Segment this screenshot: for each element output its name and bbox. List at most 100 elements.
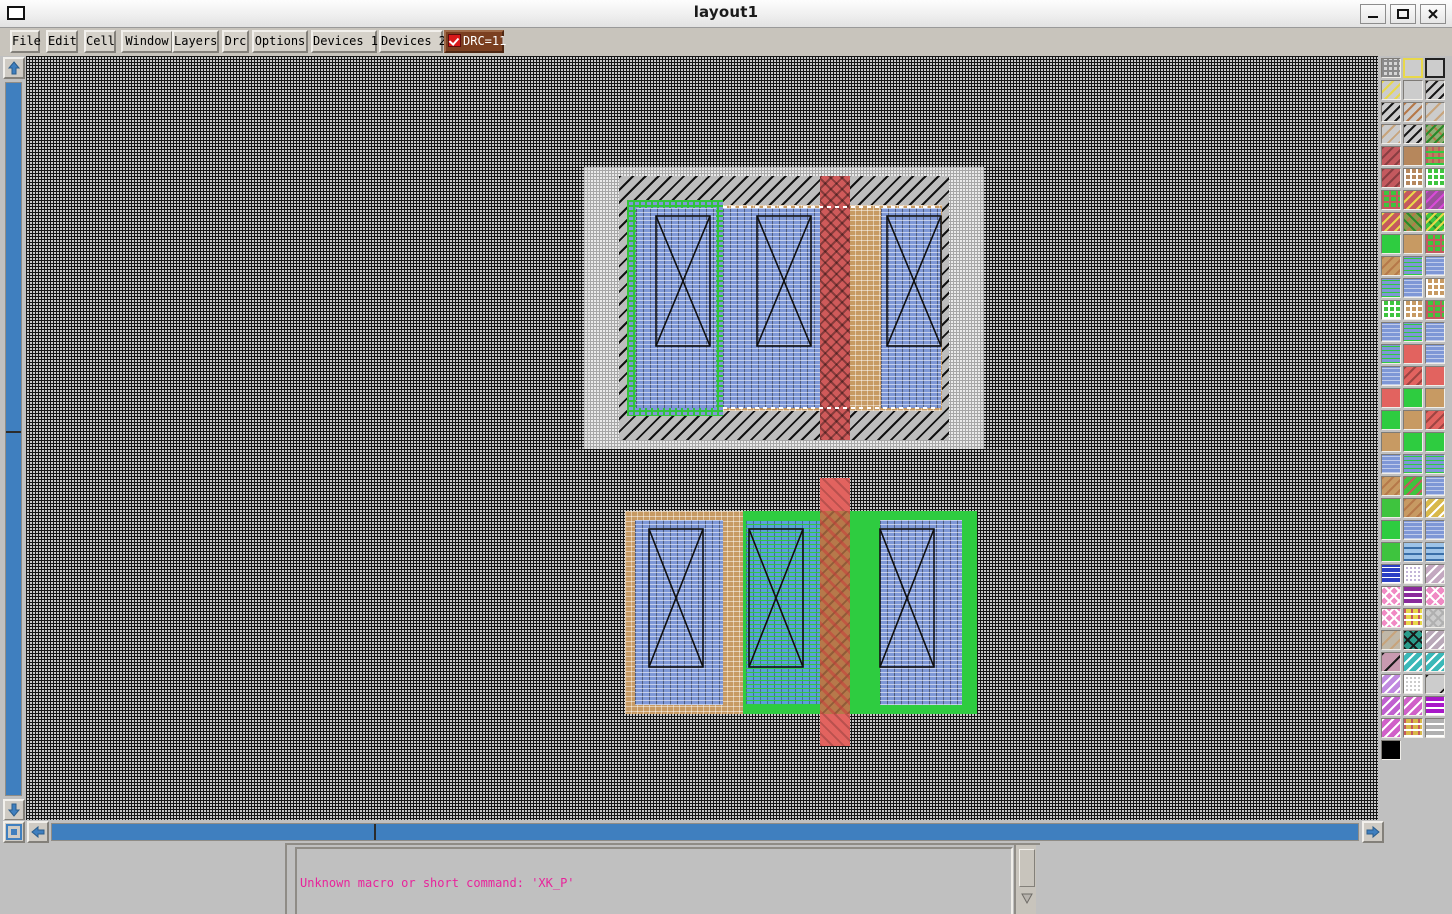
horizontal-scroll-track[interactable] (51, 823, 1359, 841)
layer-swatch-74[interactable] (1425, 586, 1445, 606)
menu-window[interactable]: Window (121, 30, 173, 53)
layer-swatch-57[interactable] (1381, 476, 1401, 496)
layer-swatch-14[interactable] (1425, 146, 1445, 166)
layer-swatch-16[interactable] (1403, 168, 1423, 188)
layer-swatch-22[interactable] (1403, 212, 1423, 232)
console-output[interactable]: Unknown macro or short command: 'XK_P' :… (295, 847, 1013, 914)
layer-swatch-51[interactable] (1381, 432, 1401, 452)
layer-swatch-45[interactable] (1381, 388, 1401, 408)
layer-swatch-82[interactable] (1403, 652, 1423, 672)
menu-layers[interactable]: Layers (172, 30, 219, 53)
layer-swatch-91[interactable] (1403, 718, 1423, 738)
menu-devices-1[interactable]: Devices 1 (311, 30, 378, 53)
layer-swatch-48[interactable] (1381, 410, 1401, 430)
menu-options[interactable]: Options (252, 30, 308, 53)
layer-swatch-32[interactable] (1425, 278, 1445, 298)
poly-gate-upper[interactable] (820, 176, 850, 440)
contact-bowtie-p1[interactable] (655, 215, 711, 347)
scroll-up-arrow-icon[interactable] (3, 57, 25, 79)
menu-devices-2[interactable]: Devices 2 (379, 30, 446, 53)
menu-file[interactable]: File (10, 30, 41, 53)
layer-swatch-59[interactable] (1425, 476, 1445, 496)
poly-gate-lower-bottom[interactable] (820, 714, 850, 746)
console-window[interactable]: Unknown macro or short command: 'XK_P' :… (285, 843, 1040, 914)
layer-swatch-47[interactable] (1425, 388, 1445, 408)
layer-swatch-12[interactable] (1381, 146, 1401, 166)
layer-swatch-42[interactable] (1381, 366, 1401, 386)
layer-swatch-52[interactable] (1403, 432, 1423, 452)
layer-swatch-60[interactable] (1381, 498, 1401, 518)
layer-swatch-88[interactable] (1403, 696, 1423, 716)
layer-swatch-63[interactable] (1381, 520, 1401, 540)
vertical-scroll-track[interactable] (5, 82, 22, 796)
layer-swatch-25[interactable] (1403, 234, 1423, 254)
layer-swatch-55[interactable] (1403, 454, 1423, 474)
layer-swatch-75[interactable] (1381, 608, 1401, 628)
layer-swatch-39[interactable] (1381, 344, 1401, 364)
layer-swatch-34[interactable] (1403, 300, 1423, 320)
poly-gate-lower-mid[interactable] (820, 511, 850, 714)
layer-swatch-15[interactable] (1381, 168, 1401, 188)
layer-swatch-54[interactable] (1381, 454, 1401, 474)
layer-swatch-1[interactable] (1403, 58, 1423, 78)
layer-swatch-8[interactable] (1425, 102, 1445, 122)
vertical-scroll-thumb[interactable] (6, 83, 21, 795)
layer-swatch-78[interactable] (1381, 630, 1401, 650)
layer-swatch-77[interactable] (1425, 608, 1445, 628)
layer-swatch-4[interactable] (1403, 80, 1423, 100)
layer-swatch-65[interactable] (1425, 520, 1445, 540)
layer-swatch-31[interactable] (1403, 278, 1423, 298)
layer-swatch-69[interactable] (1381, 564, 1401, 584)
layer-swatch-10[interactable] (1403, 124, 1423, 144)
layer-swatch-87[interactable] (1381, 696, 1401, 716)
scroll-left-arrow-icon[interactable] (27, 821, 49, 843)
layer-swatch-5[interactable] (1425, 80, 1445, 100)
console-scroll-thumb[interactable] (1019, 849, 1035, 887)
layer-swatch-27[interactable] (1381, 256, 1401, 276)
layer-swatch-92[interactable] (1425, 718, 1445, 738)
drc-checkbox-icon[interactable] (448, 34, 461, 47)
contact-bowtie-n3[interactable] (879, 528, 935, 668)
layer-swatch-83[interactable] (1425, 652, 1445, 672)
layer-swatch-71[interactable] (1425, 564, 1445, 584)
layer-swatch-44[interactable] (1425, 366, 1445, 386)
layer-swatch-43[interactable] (1403, 366, 1423, 386)
scroll-right-arrow-icon[interactable] (1362, 821, 1384, 843)
layer-swatch-29[interactable] (1425, 256, 1445, 276)
layer-swatch-89[interactable] (1425, 696, 1445, 716)
contact-bowtie-n2[interactable] (748, 528, 804, 668)
layer-swatch-76[interactable] (1403, 608, 1423, 628)
layer-swatch-28[interactable] (1403, 256, 1423, 276)
layer-swatch-50[interactable] (1425, 410, 1445, 430)
layer-swatch-73[interactable] (1403, 586, 1423, 606)
close-button[interactable] (1420, 4, 1446, 24)
layer-swatch-49[interactable] (1403, 410, 1423, 430)
contact-bowtie-n1[interactable] (648, 528, 704, 668)
layer-swatch-6[interactable] (1381, 102, 1401, 122)
layer-swatch-67[interactable] (1403, 542, 1423, 562)
layer-swatch-37[interactable] (1403, 322, 1423, 342)
minimize-button[interactable] (1360, 4, 1386, 24)
layer-swatch-61[interactable] (1403, 498, 1423, 518)
layer-swatch-9[interactable] (1381, 124, 1401, 144)
zoom-fit-icon[interactable] (3, 821, 25, 843)
contact-bowtie-p3[interactable] (886, 215, 942, 347)
layer-swatch-20[interactable] (1425, 190, 1445, 210)
layer-swatch-3[interactable] (1381, 80, 1401, 100)
console-scrollbar[interactable] (1014, 845, 1036, 914)
layer-swatch-21[interactable] (1381, 212, 1401, 232)
layer-swatch-23[interactable] (1425, 212, 1445, 232)
layer-swatch-62[interactable] (1425, 498, 1445, 518)
layer-swatch-18[interactable] (1381, 190, 1401, 210)
layer-swatch-13[interactable] (1403, 146, 1423, 166)
contact-bowtie-p2[interactable] (756, 215, 812, 347)
layer-swatch-35[interactable] (1425, 300, 1445, 320)
layer-swatch-41[interactable] (1425, 344, 1445, 364)
scroll-down-arrow-icon[interactable] (3, 799, 25, 821)
layer-palette[interactable] (1378, 56, 1452, 820)
layer-swatch-19[interactable] (1403, 190, 1423, 210)
vertical-scrollbar[interactable] (0, 56, 26, 821)
layer-swatch-46[interactable] (1403, 388, 1423, 408)
layer-swatch-66[interactable] (1381, 542, 1401, 562)
layer-swatch-56[interactable] (1425, 454, 1445, 474)
